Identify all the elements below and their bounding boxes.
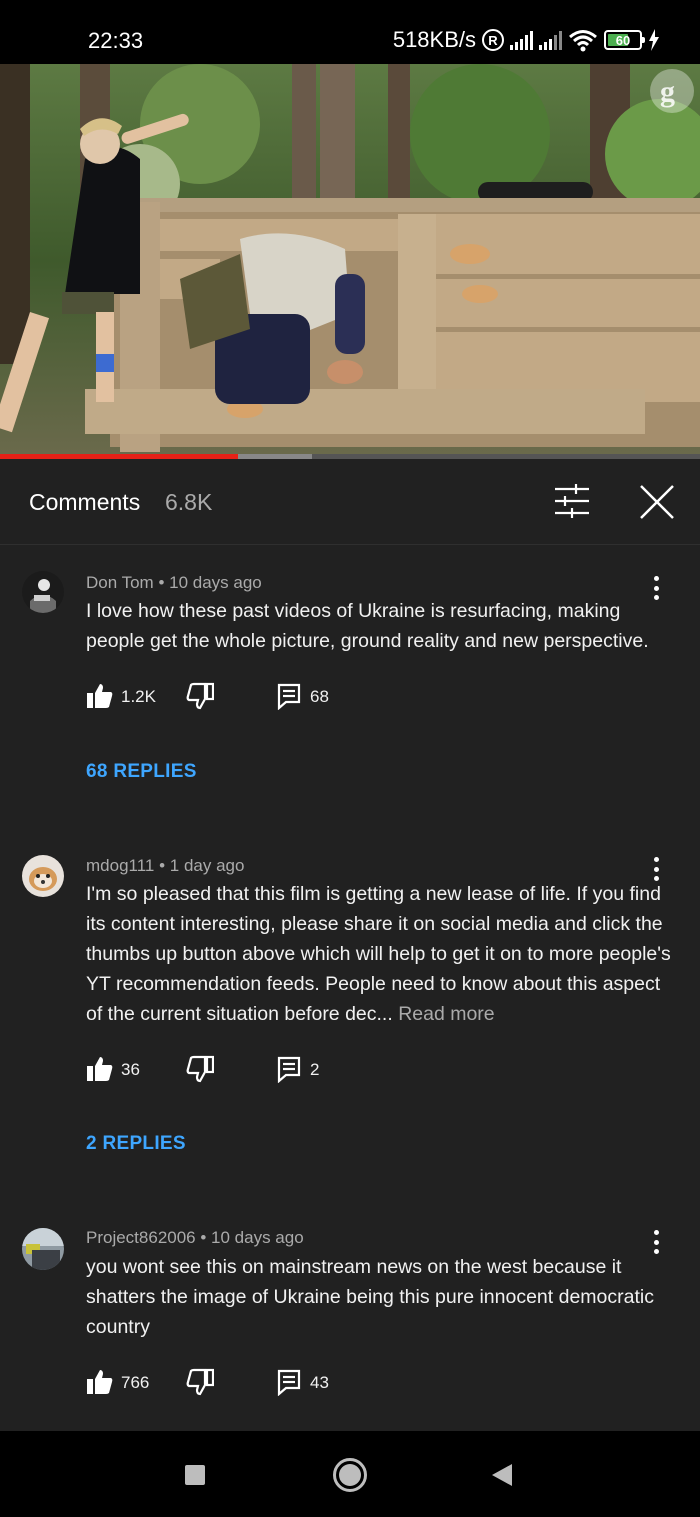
comments-count: 6.8K [165,489,213,515]
signal-icon [510,30,533,50]
like-count: 766 [121,1373,150,1392]
avatar[interactable] [22,1228,64,1270]
comment-text: I'm so pleased that this film is getting… [86,879,671,1029]
dislike-icon[interactable] [186,1368,214,1396]
view-replies-button[interactable]: 2 REPLIES [86,1133,186,1155]
status-indicators: 518KB/s R 60 [393,24,660,56]
avatar[interactable] [22,571,64,613]
comment-meta: mdog111 • 1 day ago [86,856,245,875]
wifi-icon [569,30,597,52]
view-replies-button[interactable]: 68 REPLIES [86,761,197,783]
reply-count: 2 [310,1060,320,1079]
video-player[interactable]: g [0,64,700,458]
comments-title: Comments [29,489,141,515]
charging-icon [649,29,659,51]
comment-actions: 36 2 [86,1055,486,1085]
comments-header: Comments 6.8K [0,459,700,545]
comment-item: mdog111 • 1 day ago I'm so pleased that … [0,830,700,1190]
like-icon[interactable] [86,1368,114,1396]
read-more-link[interactable]: Read more [398,1003,494,1025]
comment-item: Project862006 • 10 days ago you wont see… [0,1200,700,1431]
reply-count: 43 [310,1373,329,1392]
battery-level: 60 [615,32,631,48]
video-frame: g [0,64,700,458]
like-icon[interactable] [86,682,114,710]
comment-body: you wont see this on mainstream news on … [86,1256,654,1338]
dislike-icon[interactable] [186,682,214,710]
comment-body: I love how these past videos of Ukraine … [86,600,649,652]
comment-meta: Project862006 • 10 days ago [86,1228,304,1247]
dislike-icon[interactable] [186,1055,214,1083]
sort-filter-icon[interactable] [552,483,592,519]
reply-icon[interactable] [276,1368,302,1396]
reply-icon[interactable] [276,1055,302,1083]
comment-actions: 1.2K 68 [86,682,486,712]
recent-apps-icon[interactable] [185,1465,205,1485]
reply-count: 68 [310,687,329,706]
close-icon[interactable] [636,481,678,523]
comment-text: I love how these past videos of Ukraine … [86,596,671,656]
comment-actions: 766 43 [86,1368,486,1398]
avatar[interactable] [22,855,64,897]
comment-body: I'm so pleased that this film is getting… [86,883,671,1025]
network-speed: 518KB/s [392,27,476,52]
home-icon[interactable] [333,1458,367,1492]
status-bar: 22:33 518KB/s R 60 [0,0,700,64]
comment-item: Don Tom • 10 days ago I love how these p… [0,545,700,805]
registered-icon: R [482,29,504,51]
comment-text: you wont see this on mainstream news on … [86,1252,671,1342]
system-nav-bar [0,1431,700,1517]
like-count: 36 [121,1060,140,1079]
like-count: 1.2K [121,687,156,706]
battery-icon: 60 [604,30,645,50]
back-icon[interactable] [492,1464,512,1486]
like-icon[interactable] [86,1055,114,1083]
reply-icon[interactable] [276,682,302,710]
status-time: 22:33 [88,28,144,53]
signal-icon [539,30,562,50]
svg-text:g: g [660,75,675,108]
comment-meta: Don Tom • 10 days ago [86,573,262,592]
